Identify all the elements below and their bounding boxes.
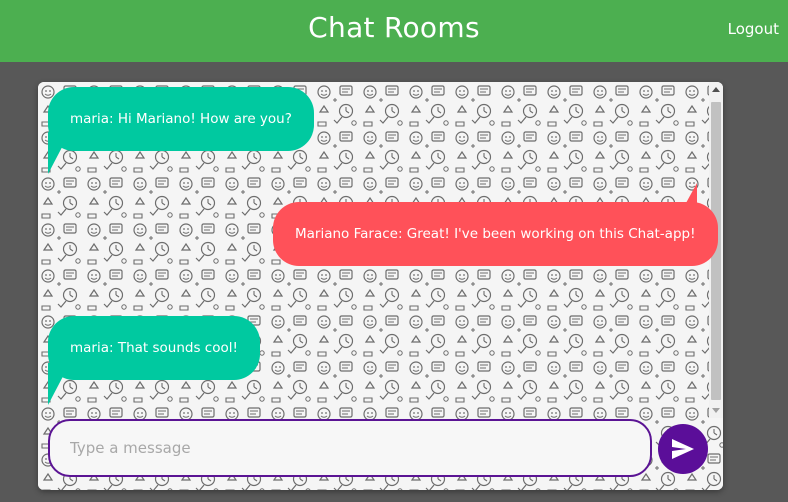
message-bubble-incoming: maria: Hi Mariano! How are you?: [48, 87, 314, 151]
logout-link[interactable]: Logout: [728, 20, 779, 38]
message-input[interactable]: [48, 419, 652, 477]
message-text: maria: Hi Mariano! How are you?: [70, 111, 292, 127]
send-icon: [672, 439, 694, 459]
message-bubble-outgoing: Mariano Farace: Great! I've been working…: [273, 202, 718, 266]
scroll-up-arrow-icon[interactable]: [712, 87, 720, 92]
top-bar: Chat Rooms Logout: [0, 0, 788, 62]
send-button[interactable]: [658, 424, 708, 474]
message-text: Mariano Farace: Great! I've been working…: [295, 226, 696, 242]
message-bubble-incoming: maria: That sounds cool!: [48, 316, 260, 380]
page-title: Chat Rooms: [308, 11, 480, 44]
scroll-down-arrow-icon[interactable]: [712, 408, 720, 413]
chat-window: maria: Hi Mariano! How are you? Mariano …: [38, 82, 723, 490]
message-text: maria: That sounds cool!: [70, 340, 238, 356]
